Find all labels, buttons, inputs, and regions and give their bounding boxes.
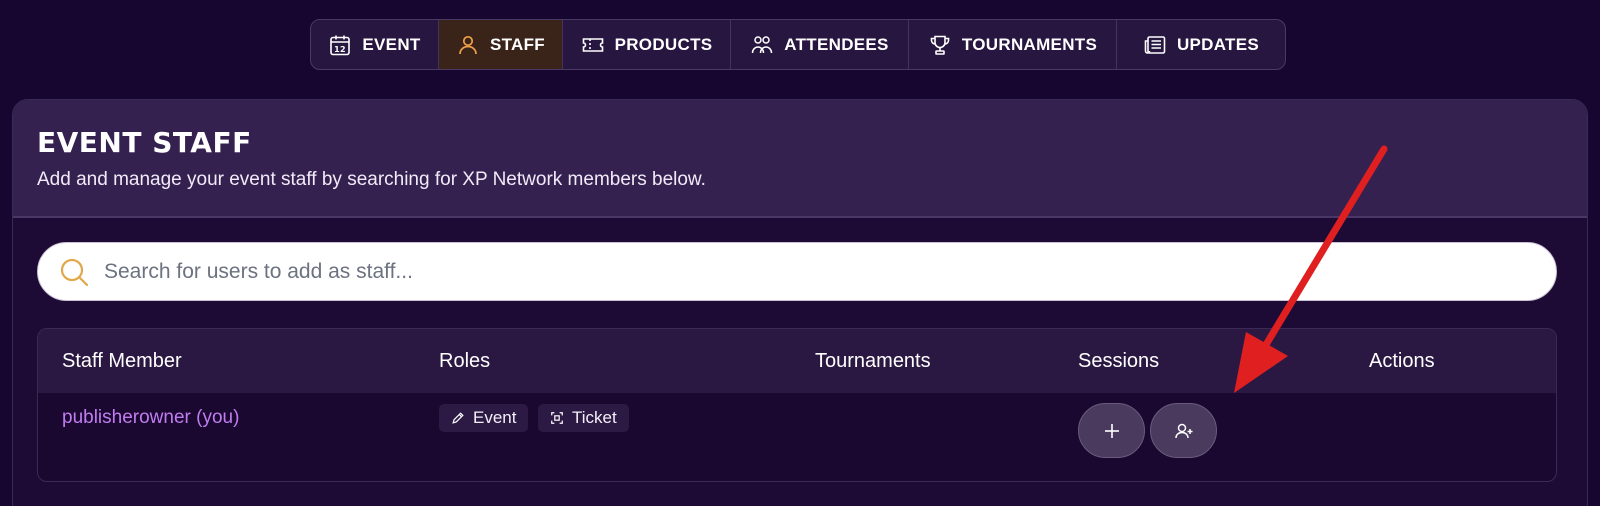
role-chip-ticket: Ticket — [538, 404, 629, 432]
tab-products[interactable]: PRODUCTS — [563, 20, 731, 69]
role-chip-label: Ticket — [572, 408, 617, 427]
tab-tournaments-label: TOURNAMENTS — [961, 34, 1098, 54]
newspaper-icon — [1143, 33, 1167, 57]
add-session-button[interactable] — [1078, 403, 1145, 458]
trophy-icon — [928, 33, 952, 57]
search-icon — [58, 256, 90, 288]
role-chip-event: Event — [439, 404, 529, 432]
top-tab-bar: 12 EVENT STAFF PRODUCTS ATTENDEES TOURNA… — [310, 19, 1286, 70]
add-user-icon — [1174, 423, 1192, 438]
table-row: publisherowner (you) Event Ticket — [38, 393, 1556, 481]
tab-tournaments[interactable]: TOURNAMENTS — [909, 20, 1117, 69]
users-icon — [750, 33, 774, 57]
search-input[interactable] — [104, 259, 1504, 284]
tab-products-label: PRODUCTS — [614, 34, 713, 54]
card-header: EVENT STAFF Add and manage your event st… — [13, 100, 1587, 218]
plus-icon — [1104, 423, 1119, 438]
tab-staff-label: STAFF — [489, 34, 545, 54]
assign-user-session-button[interactable] — [1150, 403, 1217, 458]
tab-attendees-label: ATTENDEES — [784, 34, 889, 54]
page-title: EVENT STAFF — [37, 126, 252, 159]
col-sessions: Sessions — [1078, 350, 1160, 372]
tab-event[interactable]: 12 EVENT — [311, 20, 439, 69]
scan-icon — [551, 412, 563, 424]
col-tournaments: Tournaments — [815, 350, 931, 372]
table-header: Staff Member Roles Tournaments Sessions … — [38, 329, 1556, 393]
page-subtitle: Add and manage your event staff by searc… — [37, 169, 706, 190]
staff-table: Staff Member Roles Tournaments Sessions … — [37, 328, 1557, 482]
user-icon — [456, 33, 480, 57]
tab-updates[interactable]: UPDATES — [1117, 20, 1285, 69]
calendar-icon: 12 — [328, 33, 352, 57]
staff-member-name[interactable]: publisherowner (you) — [62, 407, 239, 429]
col-actions: Actions — [1369, 350, 1435, 372]
pencil-icon — [452, 412, 464, 424]
svg-text:12: 12 — [335, 45, 347, 54]
ticket-icon — [581, 33, 605, 57]
role-chip-label: Event — [473, 408, 517, 427]
col-roles: Roles — [439, 350, 491, 372]
staff-search-bar[interactable] — [37, 242, 1557, 301]
event-staff-card: EVENT STAFF Add and manage your event st… — [12, 99, 1588, 506]
tab-event-label: EVENT — [362, 34, 421, 54]
tab-staff[interactable]: STAFF — [439, 20, 563, 69]
col-staff-member: Staff Member — [62, 350, 182, 372]
tab-updates-label: UPDATES — [1176, 34, 1260, 54]
tab-attendees[interactable]: ATTENDEES — [731, 20, 909, 69]
